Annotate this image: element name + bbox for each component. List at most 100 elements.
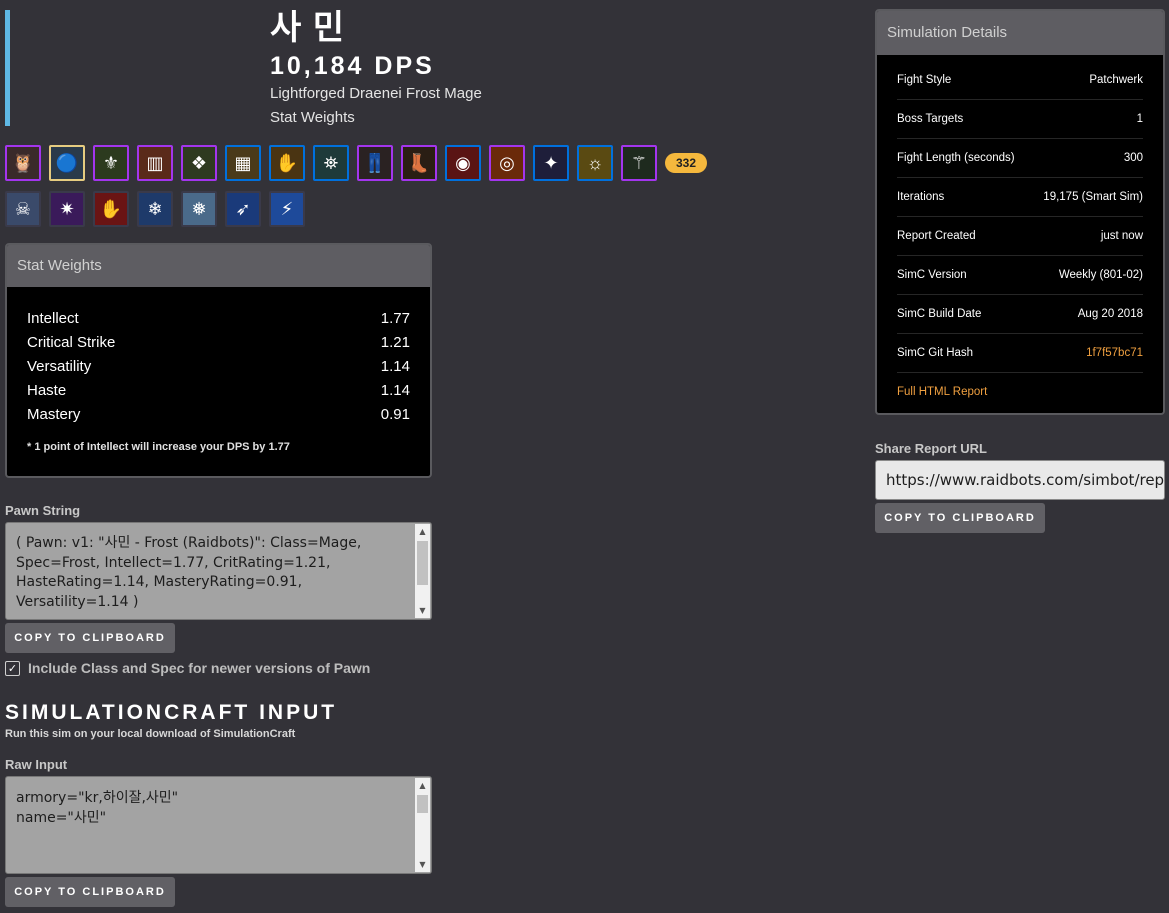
trinket2-icon[interactable]: ☼ bbox=[577, 145, 613, 181]
scroll-down-icon[interactable]: ▼ bbox=[415, 603, 430, 618]
frost-nova-talent-icon[interactable]: ❅ bbox=[181, 191, 217, 227]
raw-input-scrollbar[interactable]: ▲ ▼ bbox=[415, 778, 430, 872]
sim-detail-row: SimC Version Weekly (801-02) bbox=[897, 256, 1143, 295]
copy-pawn-button[interactable]: COPY TO CLIPBOARD bbox=[5, 623, 175, 653]
simulation-details-panel: Simulation Details Fight Style Patchwerk B… bbox=[875, 9, 1165, 415]
stat-weight-value: 1.14 bbox=[380, 382, 410, 399]
pawn-string-value: ( Pawn: v1: "사민 - Frost (Raidbots)": Cla… bbox=[16, 535, 362, 610]
sim-detail-label: SimC Version bbox=[897, 269, 967, 281]
boots-icon[interactable]: 👢 bbox=[401, 145, 437, 181]
copy-share-url-button[interactable]: COPY TO CLIPBOARD bbox=[875, 503, 1045, 533]
sim-detail-value: 300 bbox=[1123, 152, 1143, 164]
sim-detail-value: Patchwerk bbox=[1089, 74, 1143, 86]
legs-icon[interactable]: 👖 bbox=[357, 145, 393, 181]
scroll-thumb[interactable] bbox=[417, 541, 428, 585]
simc-input-subtitle: Run this sim on your local download of S… bbox=[5, 728, 296, 740]
stat-name: Haste bbox=[27, 382, 67, 399]
arcane-talent-icon[interactable]: ✷ bbox=[49, 191, 85, 227]
gear-icons-row: 🦉 🔵 ⚜ ▥ ❖ ▦ ✋ ⛯ 👖 👢 ◉ ◎ ✦ ☼ ⚚ 332 bbox=[5, 145, 708, 181]
stat-weight-value: 1.14 bbox=[380, 358, 410, 375]
sim-detail-row: SimC Build Date Aug 20 2018 bbox=[897, 295, 1143, 334]
pawn-string-textarea[interactable]: ( Pawn: v1: "사민 - Frost (Raidbots)": Cla… bbox=[5, 522, 432, 620]
skull-talent-icon[interactable]: ☠ bbox=[5, 191, 41, 227]
full-report-row: Full HTML Report bbox=[897, 373, 1143, 412]
chest-icon[interactable]: ❖ bbox=[181, 145, 217, 181]
shoulders-icon[interactable]: ⚜ bbox=[93, 145, 129, 181]
raw-input-label: Raw Input bbox=[5, 757, 68, 772]
sim-detail-label: Fight Style bbox=[897, 74, 952, 86]
stat-weight-row: Haste 1.14 bbox=[27, 379, 410, 403]
sim-detail-value: Aug 20 2018 bbox=[1077, 308, 1143, 320]
stat-name: Critical Strike bbox=[27, 334, 116, 351]
sim-detail-label: SimC Git Hash bbox=[897, 347, 974, 359]
raw-input-textarea[interactable]: armory="kr,하이잘,사민" name="사민" ▲ ▼ bbox=[5, 776, 432, 874]
pawn-scrollbar[interactable]: ▲ ▼ bbox=[415, 524, 430, 618]
simc-input-title: SIMULATIONCRAFT INPUT bbox=[5, 701, 338, 724]
trinket1-icon[interactable]: ✦ bbox=[533, 145, 569, 181]
stat-weight-row: Mastery 0.91 bbox=[27, 403, 410, 427]
weapon-icon[interactable]: ⚚ bbox=[621, 145, 657, 181]
glacial-spike-talent-icon[interactable]: ⚡ bbox=[269, 191, 305, 227]
ice-shard-talent-icon[interactable]: ❄ bbox=[137, 191, 173, 227]
include-class-spec-label: Include Class and Spec for newer version… bbox=[28, 660, 371, 676]
copy-raw-input-button[interactable]: COPY TO CLIPBOARD bbox=[5, 877, 175, 907]
pawn-string-label: Pawn String bbox=[5, 503, 81, 518]
raw-input-line: armory="kr,하이잘,사민" bbox=[16, 790, 179, 806]
wrist-icon[interactable]: ▦ bbox=[225, 145, 261, 181]
stat-weight-value: 1.21 bbox=[380, 334, 410, 351]
gloves-icon[interactable]: ✋ bbox=[269, 145, 305, 181]
include-class-spec-checkbox[interactable]: ✓ bbox=[5, 660, 20, 676]
stat-name: Mastery bbox=[27, 406, 81, 423]
sim-detail-value: just now bbox=[1100, 230, 1143, 242]
sim-detail-label: Report Created bbox=[897, 230, 976, 242]
helm-icon[interactable]: 🦉 bbox=[5, 145, 41, 181]
share-url-label: Share Report URL bbox=[875, 441, 987, 456]
stat-weight-value: 0.91 bbox=[380, 406, 410, 423]
stat-name: Intellect bbox=[27, 310, 79, 327]
scroll-up-icon[interactable]: ▲ bbox=[415, 778, 430, 793]
talent-icons-row: ☠ ✷ ✋ ❄ ❅ ➶ ⚡ bbox=[5, 191, 305, 227]
stat-weight-row: Intellect 1.77 bbox=[27, 307, 410, 331]
header-accent-bar bbox=[5, 10, 10, 126]
scroll-thumb[interactable] bbox=[417, 795, 428, 813]
stat-weights-panel: Stat Weights Intellect 1.77 Critical Strik… bbox=[5, 243, 432, 478]
sim-detail-label: SimC Build Date bbox=[897, 308, 982, 320]
character-name: 사 민 bbox=[270, 9, 346, 47]
checkmark-icon: ✓ bbox=[7, 662, 18, 675]
simulation-details-heading: Simulation Details bbox=[877, 11, 1163, 55]
ice-lance-talent-icon[interactable]: ➶ bbox=[225, 191, 261, 227]
sim-detail-row: SimC Git Hash 1f7f57bc71 bbox=[897, 334, 1143, 373]
include-class-spec-option[interactable]: ✓ Include Class and Spec for newer versi… bbox=[5, 660, 370, 676]
sim-detail-value: 19,175 (Smart Sim) bbox=[1043, 191, 1143, 203]
stat-weights-heading: Stat Weights bbox=[7, 245, 430, 287]
share-url-input[interactable]: https://www.raidbots.com/simbot/report bbox=[875, 460, 1165, 500]
sim-detail-row: Report Created just now bbox=[897, 217, 1143, 256]
simulation-details-list: Fight Style Patchwerk Boss Targets 1 Fight L… bbox=[877, 55, 1163, 412]
scroll-up-icon[interactable]: ▲ bbox=[415, 524, 430, 539]
raw-input-line: name="사민" bbox=[16, 809, 107, 826]
stat-name: Versatility bbox=[27, 358, 92, 375]
scroll-down-icon[interactable]: ▼ bbox=[415, 857, 430, 872]
full-html-report-link[interactable]: Full HTML Report bbox=[897, 373, 987, 412]
hand-talent-icon[interactable]: ✋ bbox=[93, 191, 129, 227]
sim-detail-row: Iterations 19,175 (Smart Sim) bbox=[897, 178, 1143, 217]
neck-icon[interactable]: 🔵 bbox=[49, 145, 85, 181]
race-spec: Lightforged Draenei Frost Mage bbox=[270, 85, 482, 102]
stat-weights-note: * 1 point of Intellect will increase you… bbox=[27, 441, 290, 453]
ring2-icon[interactable]: ◎ bbox=[489, 145, 525, 181]
stat-weight-row: Versatility 1.14 bbox=[27, 355, 410, 379]
sim-detail-value: Weekly (801-02) bbox=[1058, 269, 1143, 281]
dps-value: 10,184 DPS bbox=[270, 52, 435, 80]
sim-detail-label: Boss Targets bbox=[897, 113, 964, 125]
sim-detail-value: 1 bbox=[1136, 113, 1143, 125]
ring1-icon[interactable]: ◉ bbox=[445, 145, 481, 181]
sim-detail-value[interactable]: 1f7f57bc71 bbox=[1086, 334, 1143, 372]
stat-weight-row: Critical Strike 1.21 bbox=[27, 331, 410, 355]
sim-detail-row: Fight Length (seconds) 300 bbox=[897, 139, 1143, 178]
report-header: 사 민 10,184 DPS Lightforged Draenei Frost… bbox=[270, 8, 482, 130]
sim-detail-label: Iterations bbox=[897, 191, 945, 203]
belt-icon[interactable]: ⛯ bbox=[313, 145, 349, 181]
stat-weights-list: Intellect 1.77 Critical Strike 1.21 Versatil… bbox=[27, 307, 410, 427]
sim-detail-row: Fight Style Patchwerk bbox=[897, 61, 1143, 100]
cloak-icon[interactable]: ▥ bbox=[137, 145, 173, 181]
